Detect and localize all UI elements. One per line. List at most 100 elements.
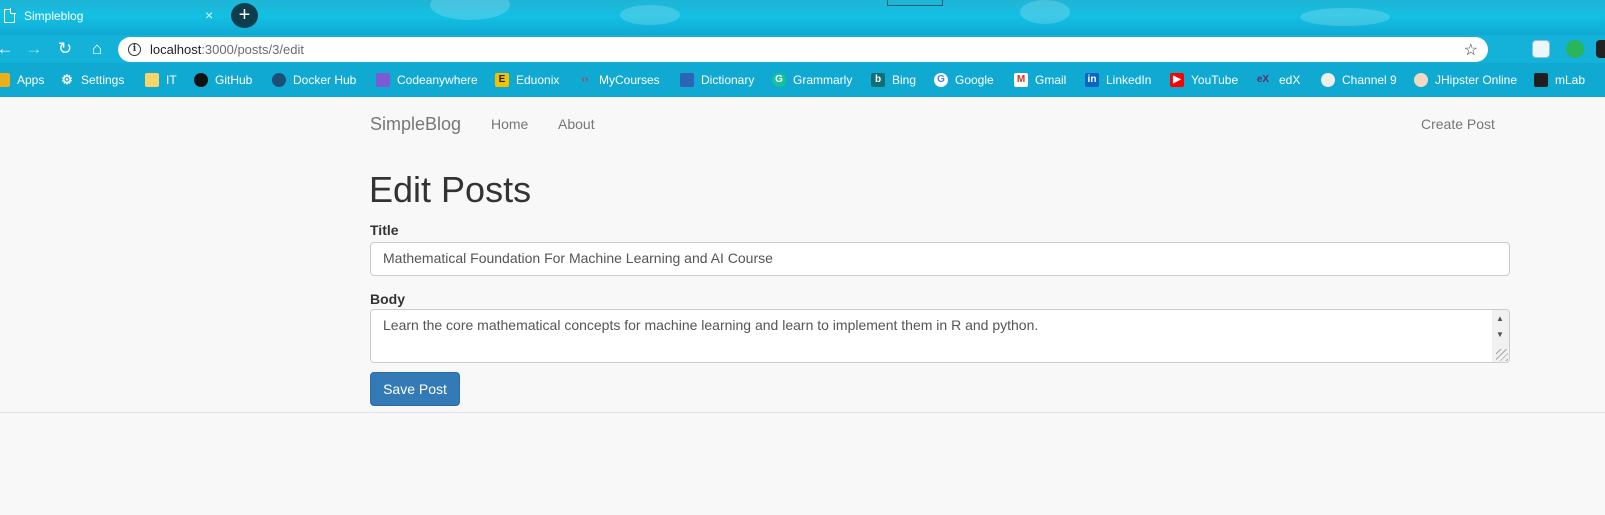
- site-navbar: SimpleBlog Home About Create Post: [0, 97, 1605, 150]
- bookmark-star-icon[interactable]: ☆: [1464, 40, 1478, 60]
- bookmark-label: MyCourses: [599, 73, 660, 87]
- scroll-up-icon[interactable]: ▲: [1496, 314, 1504, 323]
- dictionary-icon: [680, 73, 694, 87]
- body-textarea[interactable]: Learn the core mathematical concepts for…: [370, 309, 1510, 363]
- channel9-icon: [1321, 73, 1335, 87]
- body-label: Body: [370, 291, 405, 307]
- bookmark-label: Gmail: [1035, 73, 1067, 87]
- linkedin-icon: in: [1085, 73, 1099, 87]
- bookmark-grammarly[interactable]: G Grammarly: [772, 72, 852, 88]
- nav-link-create-post[interactable]: Create Post: [1421, 116, 1495, 132]
- nav-link-home[interactable]: Home: [491, 116, 528, 132]
- bookmark-settings[interactable]: ⚙ Settings: [60, 72, 124, 88]
- folder-icon: [145, 73, 159, 87]
- mlab-icon: [1534, 73, 1548, 87]
- bookmark-edx[interactable]: eX edX: [1254, 72, 1300, 88]
- apps-grid-icon: [0, 73, 10, 87]
- browser-tab-strip: Simpleblog × +: [0, 0, 1605, 35]
- title-input[interactable]: Mathematical Foundation For Machine Lear…: [370, 242, 1510, 276]
- grammarly-icon: G: [772, 73, 786, 87]
- bookmark-label: mLab: [1555, 73, 1586, 87]
- bookmark-docker-hub[interactable]: Docker Hub: [272, 72, 356, 88]
- wallpaper-ripple: [1300, 8, 1390, 26]
- bookmark-label: Grammarly: [793, 73, 853, 87]
- wallpaper-ripple: [1020, 0, 1070, 24]
- page-title: Edit Posts: [369, 169, 532, 210]
- wallpaper-ripple: [430, 0, 510, 20]
- nav-link-about[interactable]: About: [558, 116, 595, 132]
- reload-icon[interactable]: ↻: [54, 38, 76, 60]
- url-text[interactable]: localhost:3000/posts/3/edit: [150, 42, 304, 57]
- bookmark-label: JHipster Online: [1435, 73, 1518, 87]
- bookmark-label: YouTube: [1191, 73, 1239, 87]
- bookmark-apps[interactable]: Apps: [0, 72, 44, 88]
- eduonix-icon: E: [495, 73, 509, 87]
- bookmark-jhipster-online[interactable]: JHipster Online: [1414, 72, 1517, 88]
- bookmark-bing[interactable]: b Bing: [871, 72, 916, 88]
- bookmark-label: edX: [1279, 73, 1301, 87]
- bookmark-label: Bing: [892, 73, 917, 87]
- bookmark-google[interactable]: G Google: [934, 72, 994, 88]
- mycourses-icon: ‹›: [581, 74, 589, 85]
- bookmark-label: Settings: [81, 73, 125, 87]
- bookmark-eduonix[interactable]: E Eduonix: [495, 72, 559, 88]
- ublock-extension-icon[interactable]: [1532, 40, 1550, 58]
- navbar-brand[interactable]: SimpleBlog: [370, 114, 461, 135]
- bookmark-label: Eduonix: [516, 73, 560, 87]
- bookmark-label: Channel 9: [1342, 73, 1397, 87]
- browser-toolbar: ← → ↻ ⌂ i localhost:3000/posts/3/edit ☆: [0, 35, 1605, 63]
- bookmark-mycourses[interactable]: ‹› MyCourses: [578, 72, 660, 88]
- gmail-icon: M: [1014, 73, 1028, 87]
- grammarly-extension-icon[interactable]: [1566, 40, 1584, 58]
- bookmark-label: Docker Hub: [293, 73, 357, 87]
- jhipster-icon: [1414, 73, 1428, 87]
- new-tab-button[interactable]: +: [231, 3, 258, 28]
- bookmark-github[interactable]: GitHub: [194, 72, 252, 88]
- bookmark-label: Dictionary: [701, 73, 755, 87]
- extension-icon[interactable]: [1596, 40, 1605, 58]
- bookmark-label: LinkedIn: [1106, 73, 1152, 87]
- docker-icon: [272, 73, 286, 87]
- page-icon: [4, 8, 16, 23]
- bookmark-label: IT: [166, 73, 177, 87]
- url-path: :3000/posts/3/edit: [201, 42, 304, 57]
- bookmark-youtube[interactable]: ▶ YouTube: [1170, 72, 1238, 88]
- bookmark-mlab[interactable]: mLab: [1534, 72, 1585, 88]
- wallpaper-ripple: [620, 5, 680, 25]
- resize-handle-icon[interactable]: [1496, 349, 1508, 361]
- bookmark-it[interactable]: IT: [145, 72, 177, 88]
- site-info-icon[interactable]: i: [128, 43, 141, 56]
- youtube-icon: ▶: [1170, 73, 1184, 87]
- bookmark-label: Google: [955, 73, 994, 87]
- bookmark-label: GitHub: [215, 73, 253, 87]
- page-divider: [0, 412, 1605, 413]
- save-post-button[interactable]: Save Post: [370, 372, 460, 406]
- bookmark-label: Apps: [17, 73, 45, 87]
- back-arrow-icon[interactable]: ←: [0, 38, 16, 60]
- bookmark-linkedin[interactable]: in LinkedIn: [1085, 72, 1151, 88]
- title-label: Title: [370, 222, 399, 238]
- tab-title: Simpleblog: [24, 9, 84, 23]
- bookmark-channel-9[interactable]: Channel 9: [1321, 72, 1397, 88]
- body-text-line: Learn the core mathematical concepts for…: [383, 317, 1039, 333]
- bookmark-codeanywhere[interactable]: Codeanywhere: [376, 72, 478, 88]
- google-icon: G: [934, 73, 948, 87]
- web-page: SimpleBlog Home About Create Post Edit P…: [0, 97, 1605, 515]
- browser-tab-active[interactable]: Simpleblog ×: [0, 0, 224, 35]
- home-icon[interactable]: ⌂: [86, 38, 108, 60]
- bookmarks-bar: Apps ⚙ Settings IT GitHub Docker Hub Code…: [0, 63, 1605, 97]
- gear-icon: ⚙: [61, 72, 73, 87]
- close-tab-icon[interactable]: ×: [205, 8, 213, 22]
- url-host: localhost: [150, 42, 202, 57]
- tab-strip-divider: [887, 0, 943, 6]
- github-icon: [194, 73, 208, 87]
- bookmark-gmail[interactable]: M Gmail: [1014, 72, 1066, 88]
- address-bar[interactable]: i localhost:3000/posts/3/edit ☆: [118, 37, 1488, 62]
- forward-arrow-icon[interactable]: →: [23, 38, 45, 60]
- scroll-down-icon[interactable]: ▼: [1496, 330, 1504, 339]
- bing-icon: b: [871, 73, 885, 87]
- edx-icon: eX: [1256, 74, 1270, 85]
- bookmark-dictionary[interactable]: Dictionary: [680, 72, 754, 88]
- codeanywhere-icon: [376, 73, 390, 87]
- bookmark-label: Codeanywhere: [397, 73, 478, 87]
